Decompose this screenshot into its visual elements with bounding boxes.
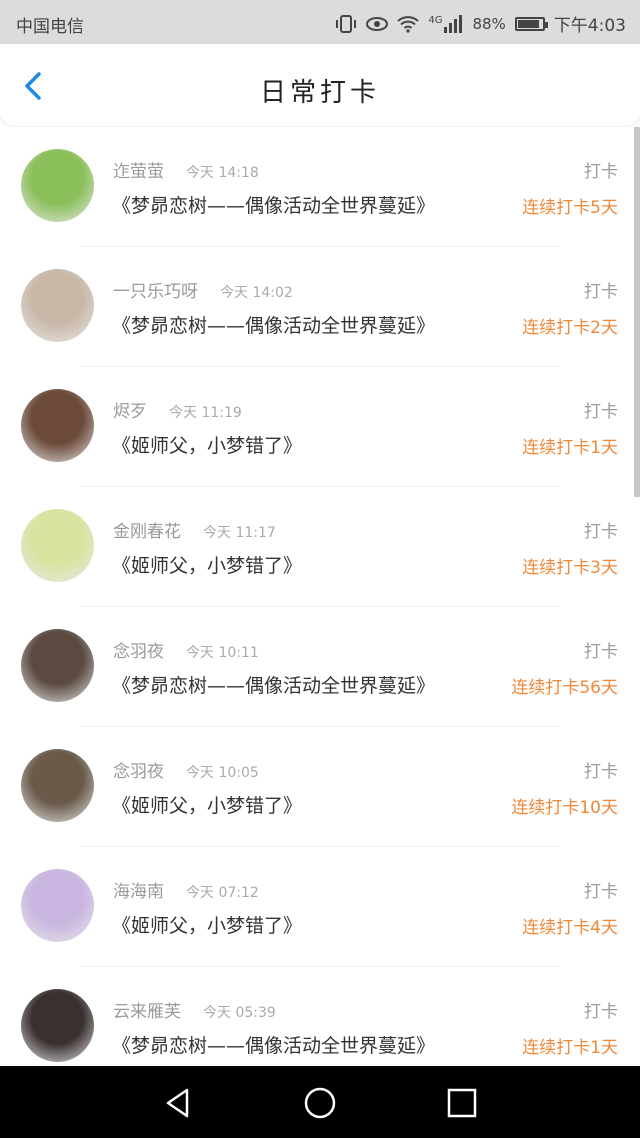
checkin-action-label: 打卡 (584, 642, 618, 662)
user-name-text: 念羽夜 (113, 642, 164, 662)
streak-label: 连续打卡5天 (522, 198, 618, 218)
circle-home-icon[interactable] (303, 1086, 337, 1120)
checkin-action-label: 打卡 (584, 762, 618, 782)
streak-label: 连续打卡56天 (511, 678, 618, 698)
avatar[interactable] (21, 509, 94, 582)
book-title[interactable]: 《梦昴恋树——偶像活动全世界蔓延》 (112, 671, 435, 698)
checkin-row[interactable]: 念羽夜 今天 10:11 打卡《梦昴恋树——偶像活动全世界蔓延》 连续打卡56天 (0, 607, 640, 727)
checkin-time: 今天 10:11 (186, 645, 259, 661)
user-name: 海海南 今天 07:12 (113, 877, 259, 902)
checkin-list[interactable]: 迮萤萤 今天 14:18 打卡 《梦昴恋树——偶像活动全世界蔓延》 连续打卡5天 一只乐巧… (0, 127, 640, 1067)
checkin-time: 今天 14:18 (186, 165, 259, 181)
scrollbar[interactable] (634, 127, 640, 497)
book-title[interactable]: 《姬师父，小梦错了》 (112, 911, 302, 938)
square-recents-icon[interactable] (445, 1086, 479, 1120)
streak-label: 连续打卡1天 (522, 1038, 618, 1058)
page-title: 日常打卡 (259, 78, 380, 108)
avatar[interactable] (21, 869, 94, 942)
app-header: 日常打卡 (0, 44, 640, 126)
checkin-time: 今天 05:39 (203, 1005, 276, 1021)
network-type-label: 4G (428, 14, 443, 26)
streak-label: 连续打卡2天 (522, 318, 618, 338)
user-name: 烬歹 今天 11:19 (113, 397, 242, 422)
avatar[interactable] (21, 629, 94, 702)
checkin-action-label: 打卡 (584, 402, 618, 422)
checkin-action-label: 打卡 (584, 282, 618, 302)
checkin-time: 今天 11:19 (169, 405, 242, 421)
user-name-text: 云来雁芙 (113, 1002, 181, 1022)
signal-icon: 4G (428, 14, 463, 33)
streak-label: 连续打卡1天 (522, 438, 618, 458)
status-bar: 中国电信 4G 88% 下午4:03 (0, 0, 640, 44)
book-title[interactable]: 《梦昴恋树——偶像活动全世界蔓延》 (112, 1031, 435, 1058)
avatar[interactable] (21, 269, 94, 342)
checkin-time: 今天 10:05 (186, 765, 259, 781)
streak-label: 连续打卡3天 (522, 558, 618, 578)
checkin-action-label: 打卡 (584, 522, 618, 542)
user-name-text: 金刚春花 (113, 522, 181, 542)
checkin-row[interactable]: 海海南 今天 07:12 打卡《姬师父，小梦错了》 连续打卡4天 (0, 847, 640, 967)
checkin-row[interactable]: 念羽夜 今天 10:05 打卡《姬师父，小梦错了》 连续打卡10天 (0, 727, 640, 847)
user-name-text: 烬歹 (113, 402, 147, 422)
clock: 下午4:03 (553, 16, 626, 36)
carrier-label: 中国电信 (16, 17, 84, 37)
status-icons: 4G 88% 下午4:03 (335, 11, 626, 36)
user-name-text: 一只乐巧呀 (113, 282, 198, 302)
book-title[interactable]: 《姬师父，小梦错了》 (112, 551, 302, 578)
user-name: 念羽夜 今天 10:11 (113, 637, 259, 662)
user-name-text: 迮萤萤 (113, 162, 164, 182)
eye-icon (366, 16, 389, 32)
checkin-row[interactable]: 烬歹 今天 11:19 打卡《姬师父，小梦错了》 连续打卡1天 (0, 367, 640, 487)
user-name: 一只乐巧呀 今天 14:02 (113, 277, 293, 302)
checkin-time: 今天 11:17 (203, 525, 276, 541)
battery-percent: 88% (472, 14, 506, 33)
book-title[interactable]: 《梦昴恋树——偶像活动全世界蔓延》 (112, 311, 435, 338)
checkin-action-label: 打卡 (584, 162, 618, 182)
checkin-row[interactable]: 迮萤萤 今天 14:18 打卡《梦昴恋树——偶像活动全世界蔓延》 连续打卡5天 (0, 127, 640, 247)
user-name: 迮萤萤 今天 14:18 (113, 157, 259, 182)
user-name: 念羽夜 今天 10:05 (113, 757, 259, 782)
checkin-time: 今天 14:02 (220, 285, 293, 301)
checkin-row[interactable]: 云来雁芙 今天 05:39 打卡《梦昴恋树——偶像活动全世界蔓延》 连续打卡1天 (0, 967, 640, 1067)
vibrate-icon (335, 14, 357, 33)
book-title[interactable]: 《姬师父，小梦错了》 (112, 791, 302, 818)
system-nav-bar (0, 1066, 640, 1138)
checkin-time: 今天 07:12 (186, 885, 259, 901)
user-name-text: 念羽夜 (113, 762, 164, 782)
streak-label: 连续打卡10天 (511, 798, 618, 818)
battery-icon (514, 16, 548, 31)
avatar[interactable] (21, 149, 94, 222)
book-title[interactable]: 《姬师父，小梦错了》 (112, 431, 302, 458)
checkin-action-label: 打卡 (584, 882, 618, 902)
wifi-icon (397, 15, 420, 33)
avatar[interactable] (21, 389, 94, 462)
user-name-text: 海海南 (113, 882, 164, 902)
checkin-row[interactable]: 金刚春花 今天 11:17 打卡《姬师父，小梦错了》 连续打卡3天 (0, 487, 640, 607)
book-title[interactable]: 《梦昴恋树——偶像活动全世界蔓延》 (112, 191, 435, 218)
checkin-row[interactable]: 一只乐巧呀 今天 14:02 打卡《梦昴恋树——偶像活动全世界蔓延》 连续打卡2天 (0, 247, 640, 367)
triangle-back-icon[interactable] (161, 1086, 195, 1120)
avatar[interactable] (21, 989, 94, 1062)
streak-label: 连续打卡4天 (522, 918, 618, 938)
checkin-action-label: 打卡 (584, 1002, 618, 1022)
user-name: 金刚春花 今天 11:17 (113, 517, 276, 542)
avatar[interactable] (21, 749, 94, 822)
user-name: 云来雁芙 今天 05:39 (113, 997, 276, 1022)
